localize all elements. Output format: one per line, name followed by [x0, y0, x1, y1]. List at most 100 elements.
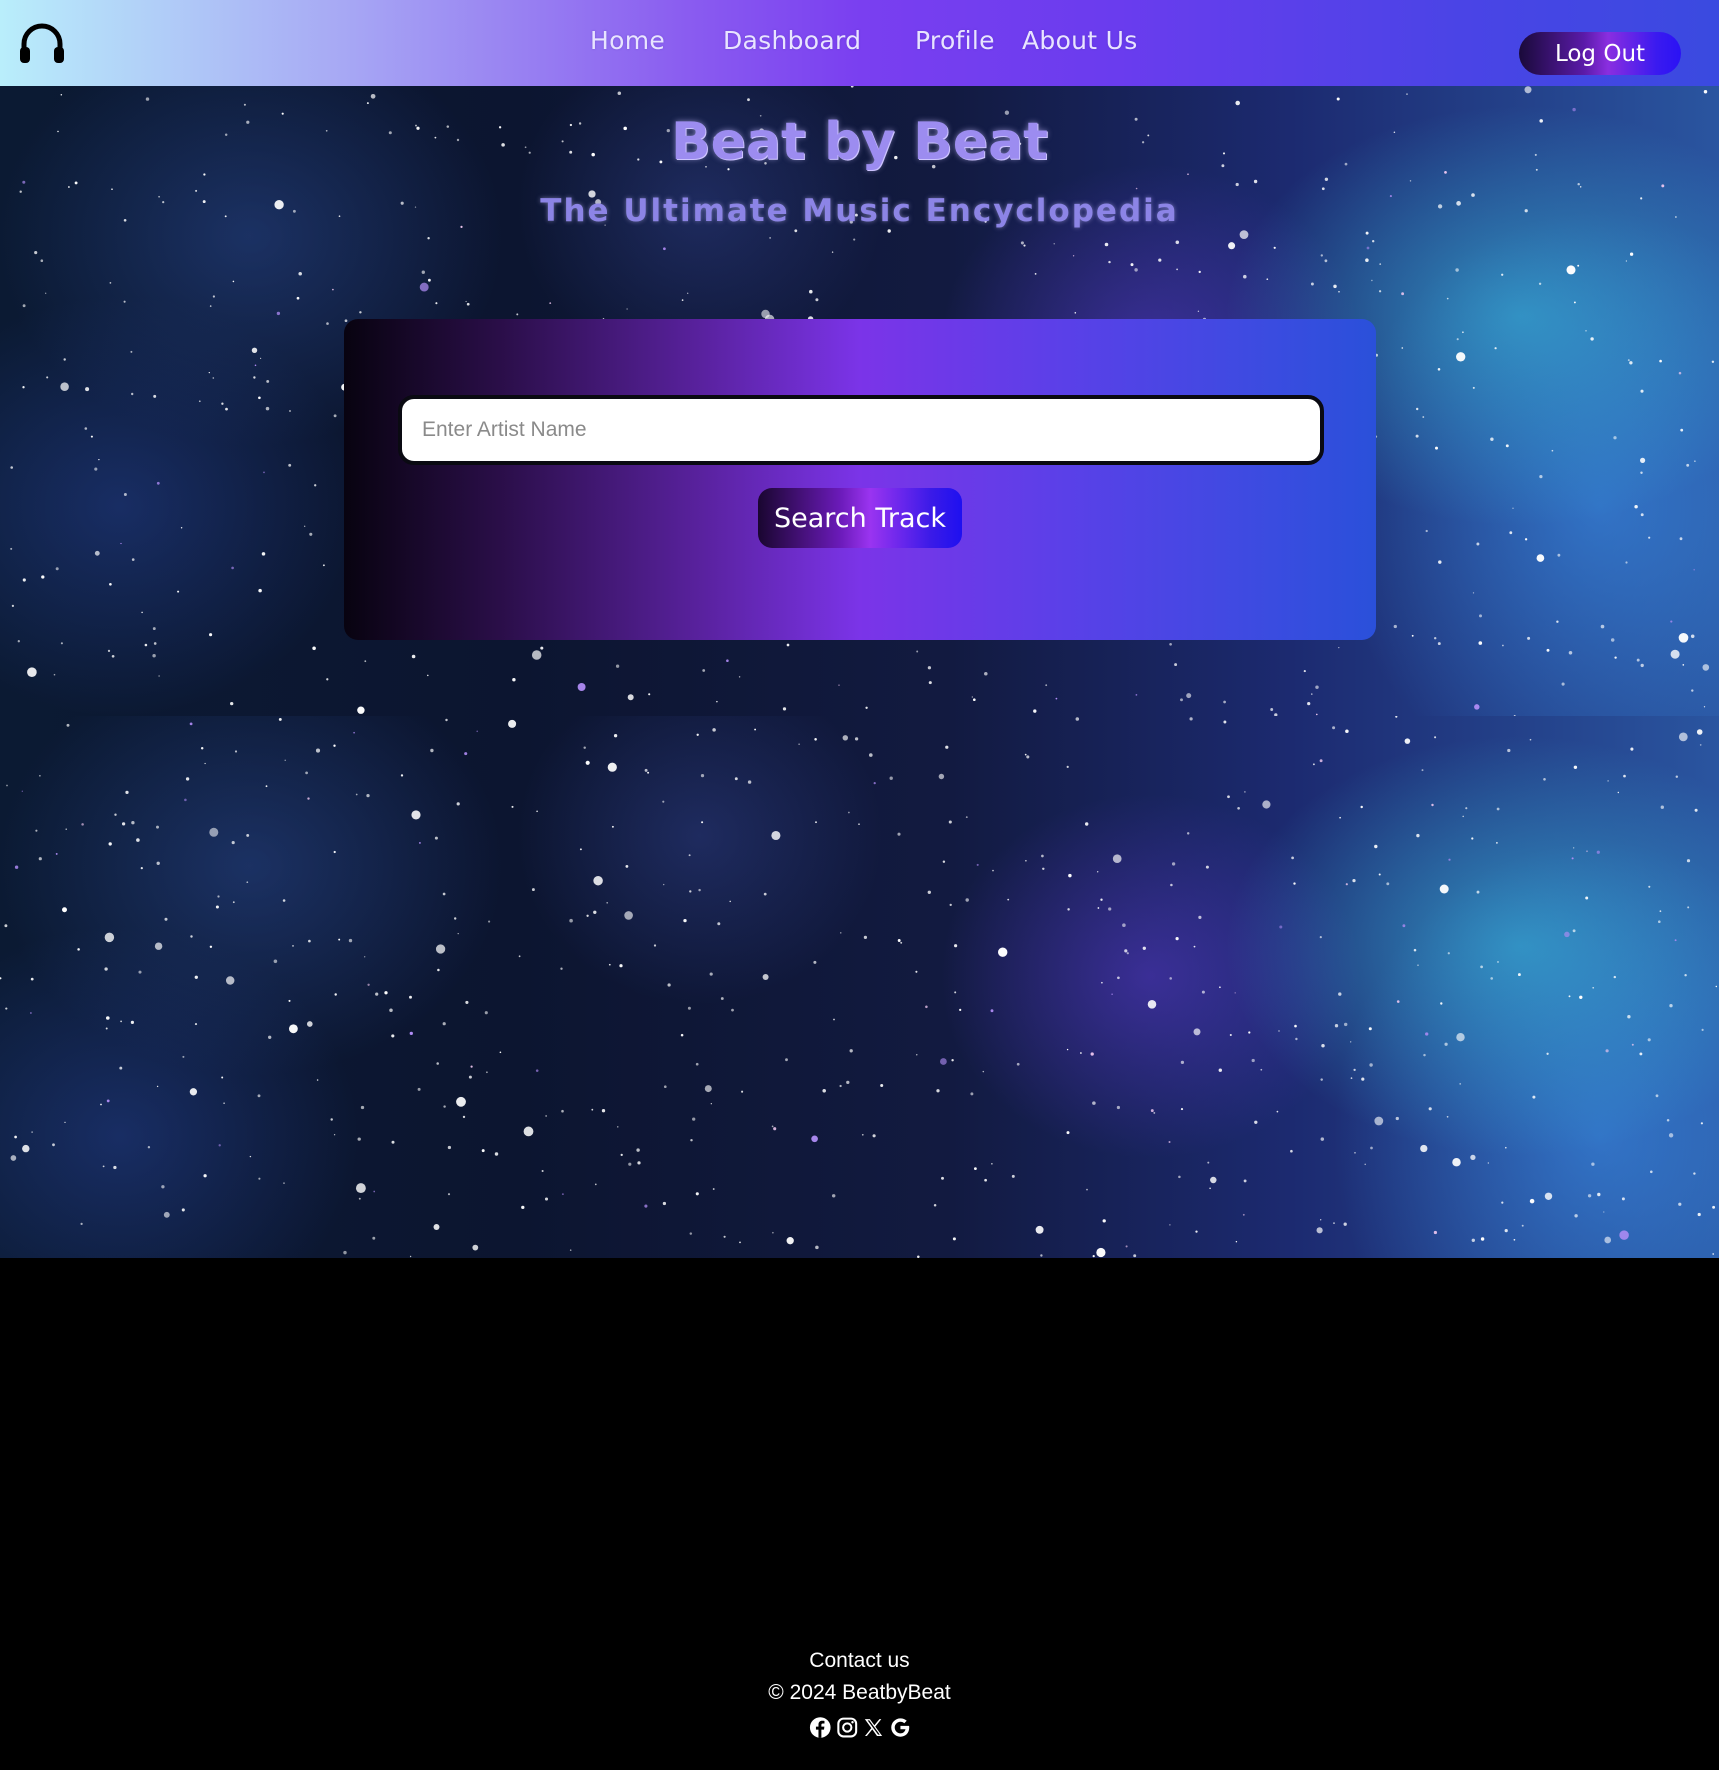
star — [1209, 1187, 1211, 1190]
star — [625, 864, 629, 868]
star — [1694, 808, 1698, 812]
star — [709, 972, 713, 976]
star — [1544, 1192, 1553, 1200]
star — [523, 1126, 534, 1137]
copyright-text: © 2024 BeatbyBeat — [768, 1681, 951, 1704]
star — [1235, 100, 1240, 106]
star — [586, 914, 589, 917]
star — [1579, 186, 1582, 188]
top-navbar: Home Dashboard Profile About Us Log Out — [0, 0, 1719, 86]
star — [1170, 883, 1173, 887]
star — [617, 1126, 619, 1128]
star — [1579, 995, 1583, 999]
star — [549, 302, 552, 304]
star — [951, 1059, 954, 1062]
star — [1175, 240, 1180, 245]
star — [1648, 536, 1651, 539]
facebook-icon[interactable] — [809, 1716, 832, 1739]
star — [687, 1006, 691, 1010]
star — [927, 890, 931, 894]
star — [636, 1148, 640, 1152]
star — [1640, 389, 1644, 393]
star — [1135, 187, 1138, 190]
star — [1333, 1222, 1335, 1224]
star — [954, 944, 958, 948]
instagram-icon[interactable] — [836, 1716, 859, 1739]
star — [1647, 1038, 1651, 1042]
star — [130, 350, 133, 353]
google-icon[interactable] — [889, 1716, 912, 1739]
star — [1295, 1037, 1298, 1041]
star — [258, 396, 261, 400]
contact-link[interactable]: Contact us — [0, 1649, 1719, 1673]
star — [1636, 658, 1640, 662]
star — [418, 841, 421, 844]
nav-about-link[interactable]: About Us — [1022, 26, 1138, 55]
star — [831, 1194, 836, 1198]
star — [773, 1127, 777, 1131]
star — [1572, 107, 1576, 112]
star — [1262, 800, 1271, 809]
star — [1319, 759, 1323, 763]
star — [1174, 663, 1178, 667]
star — [1447, 952, 1450, 955]
star — [1501, 273, 1504, 276]
star — [17, 640, 20, 643]
star — [653, 944, 657, 947]
star — [90, 435, 93, 438]
star — [1169, 1224, 1171, 1226]
star — [1147, 1000, 1157, 1009]
star — [63, 358, 66, 361]
star — [710, 1103, 712, 1105]
star — [1026, 755, 1030, 759]
star — [258, 1177, 261, 1180]
star — [333, 744, 336, 747]
star — [4, 924, 8, 928]
star — [372, 1236, 376, 1240]
artist-search-input[interactable] — [398, 395, 1324, 465]
star — [144, 643, 148, 647]
star — [1016, 1062, 1020, 1066]
star — [27, 667, 37, 677]
nav-dashboard-link[interactable]: Dashboard — [723, 26, 861, 55]
star — [1423, 1053, 1426, 1057]
star — [1678, 732, 1688, 742]
star — [1025, 860, 1027, 862]
star — [1320, 1219, 1322, 1221]
star — [111, 188, 113, 190]
star — [971, 696, 973, 698]
star — [601, 1109, 606, 1113]
star — [1629, 361, 1633, 365]
star — [508, 719, 517, 728]
star — [1201, 990, 1205, 994]
star — [221, 1076, 224, 1079]
star — [100, 1103, 102, 1106]
star — [145, 97, 150, 101]
page-title: Beat by Beat — [670, 112, 1049, 172]
star — [1332, 726, 1336, 730]
star — [579, 848, 582, 851]
x-icon[interactable] — [862, 1716, 885, 1739]
star — [223, 1102, 225, 1104]
star — [113, 1165, 117, 1170]
star — [1471, 1238, 1475, 1242]
star — [1529, 1198, 1535, 1204]
star — [355, 793, 358, 796]
logout-button[interactable]: Log Out — [1519, 32, 1681, 75]
star — [181, 1208, 185, 1212]
star — [1371, 279, 1373, 282]
star — [1350, 1041, 1352, 1043]
star — [786, 643, 790, 647]
search-track-button[interactable]: Search Track — [758, 488, 962, 548]
star — [785, 1058, 788, 1062]
star — [1180, 698, 1183, 702]
star — [769, 237, 771, 239]
nav-profile-link[interactable]: Profile — [915, 26, 995, 55]
star — [22, 180, 26, 184]
star — [194, 1023, 198, 1026]
star — [1260, 1068, 1263, 1071]
nav-home-link[interactable]: Home — [590, 26, 665, 55]
star — [1401, 347, 1404, 349]
star — [1366, 246, 1370, 250]
star — [366, 102, 369, 105]
